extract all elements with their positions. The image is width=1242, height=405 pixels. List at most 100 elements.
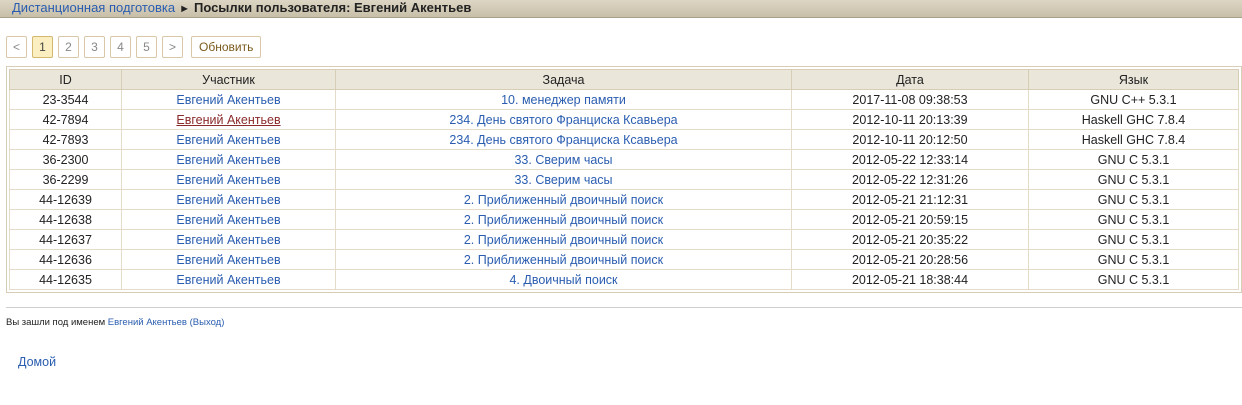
login-info: Вы зашли под именем Евгений Акентьев (Вы… — [6, 317, 224, 328]
table-row: 44-12638 Евгений Акентьев 2. Приближенный … — [9, 209, 1239, 230]
cell-id: 42-7893 — [9, 129, 122, 150]
cell-date: 2012-10-11 20:12:50 — [791, 129, 1029, 150]
submissions-table-container: ID Участник Задача Дата Язык 23-3544 Евге… — [6, 66, 1242, 293]
user-link[interactable]: Евгений Акентьев — [176, 153, 280, 167]
table-row: 23-3544 Евгений Акентьев 10. менеджер памя… — [9, 89, 1239, 110]
cell-date: 2012-05-22 12:33:14 — [791, 149, 1029, 170]
column-header-user[interactable]: Участник — [121, 69, 336, 90]
cell-language: Haskell GHC 7.8.4 — [1028, 109, 1239, 130]
cell-task: 2. Приближенный двоичный поиск — [335, 189, 792, 210]
table-row: 44-12636 Евгений Акентьев 2. Приближенный … — [9, 249, 1239, 270]
task-link[interactable]: 33. Сверим часы — [514, 153, 612, 167]
cell-id: 36-2300 — [9, 149, 122, 170]
cell-date: 2012-05-21 20:35:22 — [791, 229, 1029, 250]
task-link[interactable]: 2. Приближенный двоичный поиск — [464, 213, 663, 227]
login-user-link[interactable]: Евгений Акентьев — [108, 317, 187, 328]
task-link[interactable]: 10. менеджер памяти — [501, 93, 626, 107]
cell-id: 44-12635 — [9, 269, 122, 290]
user-link[interactable]: Евгений Акентьев — [176, 193, 280, 207]
breadcrumb-separator-icon: ► — [179, 3, 190, 15]
user-link[interactable]: Евгений Акентьев — [176, 173, 280, 187]
cell-date: 2017-11-08 09:38:53 — [791, 89, 1029, 110]
cell-user: Евгений Акентьев — [121, 209, 336, 230]
cell-language: GNU C 5.3.1 — [1028, 189, 1239, 210]
cell-id: 44-12638 — [9, 209, 122, 230]
table-header-row: ID Участник Задача Дата Язык — [9, 69, 1239, 90]
task-link[interactable]: 2. Приближенный двоичный поиск — [464, 253, 663, 267]
cell-task: 2. Приближенный двоичный поиск — [335, 209, 792, 230]
login-prefix-text: Вы зашли под именем — [6, 317, 106, 328]
page-3-button[interactable]: 3 — [84, 36, 105, 58]
cell-date: 2012-05-22 12:31:26 — [791, 169, 1029, 190]
cell-language: GNU C 5.3.1 — [1028, 209, 1239, 230]
user-link[interactable]: Евгений Акентьев — [176, 253, 280, 267]
page-4-button[interactable]: 4 — [110, 36, 131, 58]
page-2-button[interactable]: 2 — [58, 36, 79, 58]
cell-language: GNU C 5.3.1 — [1028, 229, 1239, 250]
table-row: 44-12639 Евгений Акентьев 2. Приближенный … — [9, 189, 1239, 210]
breadcrumb-home-link[interactable]: Дистанционная подготовка — [12, 0, 175, 15]
cell-id: 36-2299 — [9, 169, 122, 190]
logout-link[interactable]: (Выход) — [190, 317, 225, 328]
cell-user: Евгений Акентьев — [121, 249, 336, 270]
cell-id: 42-7894 — [9, 109, 122, 130]
task-link[interactable]: 33. Сверим часы — [514, 173, 612, 187]
submissions-table: ID Участник Задача Дата Язык 23-3544 Евге… — [9, 69, 1239, 290]
cell-user: Евгений Акентьев — [121, 149, 336, 170]
cell-user: Евгений Акентьев — [121, 169, 336, 190]
cell-id: 44-12639 — [9, 189, 122, 210]
table-row: 36-2299 Евгений Акентьев 33. Сверим часы 20… — [9, 169, 1239, 190]
table-row: 44-12637 Евгений Акентьев 2. Приближенный … — [9, 229, 1239, 250]
column-header-id[interactable]: ID — [9, 69, 122, 90]
user-link[interactable]: Евгений Акентьев — [176, 233, 280, 247]
page-5-button[interactable]: 5 — [136, 36, 157, 58]
cell-user: Евгений Акентьев — [121, 89, 336, 110]
breadcrumb: Дистанционная подготовка ► Посылки пользов… — [0, 0, 1242, 18]
page-1-button[interactable]: 1 — [32, 36, 53, 58]
table-row: 36-2300 Евгений Акентьев 33. Сверим часы 20… — [9, 149, 1239, 170]
pagination: < 1 2 3 4 5 > Обновить — [6, 36, 262, 58]
cell-user: Евгений Акентьев — [121, 189, 336, 210]
user-link[interactable]: Евгений Акентьев — [176, 113, 280, 127]
divider — [6, 307, 1242, 308]
cell-language: GNU C 5.3.1 — [1028, 169, 1239, 190]
cell-user: Евгений Акентьев — [121, 129, 336, 150]
cell-language: GNU C++ 5.3.1 — [1028, 89, 1239, 110]
cell-user: Евгений Акентьев — [121, 269, 336, 290]
user-link[interactable]: Евгений Акентьев — [176, 213, 280, 227]
prev-page-button[interactable]: < — [6, 36, 27, 58]
task-link[interactable]: 2. Приближенный двоичный поиск — [464, 233, 663, 247]
cell-task: 234. День святого Франциска Ксавьера — [335, 129, 792, 150]
table-row: 44-12635 Евгений Акентьев 4. Двоичный поис… — [9, 269, 1239, 290]
home-link[interactable]: Домой — [18, 355, 56, 369]
cell-task: 33. Сверим часы — [335, 149, 792, 170]
cell-language: Haskell GHC 7.8.4 — [1028, 129, 1239, 150]
task-link[interactable]: 4. Двоичный поиск — [509, 273, 617, 287]
table-row: 42-7893 Евгений Акентьев 234. День святого… — [9, 129, 1239, 150]
cell-language: GNU C 5.3.1 — [1028, 269, 1239, 290]
next-page-button[interactable]: > — [162, 36, 183, 58]
cell-task: 4. Двоичный поиск — [335, 269, 792, 290]
cell-task: 2. Приближенный двоичный поиск — [335, 249, 792, 270]
task-link[interactable]: 234. День святого Франциска Ксавьера — [449, 113, 677, 127]
task-link[interactable]: 2. Приближенный двоичный поиск — [464, 193, 663, 207]
user-link[interactable]: Евгений Акентьев — [176, 133, 280, 147]
user-link[interactable]: Евгений Акентьев — [176, 273, 280, 287]
cell-task: 234. День святого Франциска Ксавьера — [335, 109, 792, 130]
cell-language: GNU C 5.3.1 — [1028, 249, 1239, 270]
table-row: 42-7894 Евгений Акентьев 234. День святого… — [9, 109, 1239, 130]
cell-user: Евгений Акентьев — [121, 229, 336, 250]
column-header-task[interactable]: Задача — [335, 69, 792, 90]
table-body: 23-3544 Евгений Акентьев 10. менеджер памя… — [9, 89, 1239, 290]
cell-date: 2012-05-21 20:59:15 — [791, 209, 1029, 230]
cell-language: GNU C 5.3.1 — [1028, 149, 1239, 170]
refresh-button[interactable]: Обновить — [191, 36, 262, 58]
cell-date: 2012-10-11 20:13:39 — [791, 109, 1029, 130]
cell-task: 33. Сверим часы — [335, 169, 792, 190]
user-link[interactable]: Евгений Акентьев — [176, 93, 280, 107]
cell-task: 2. Приближенный двоичный поиск — [335, 229, 792, 250]
task-link[interactable]: 234. День святого Франциска Ксавьера — [449, 133, 677, 147]
column-header-date[interactable]: Дата — [791, 69, 1029, 90]
column-header-language[interactable]: Язык — [1028, 69, 1239, 90]
cell-date: 2012-05-21 20:28:56 — [791, 249, 1029, 270]
